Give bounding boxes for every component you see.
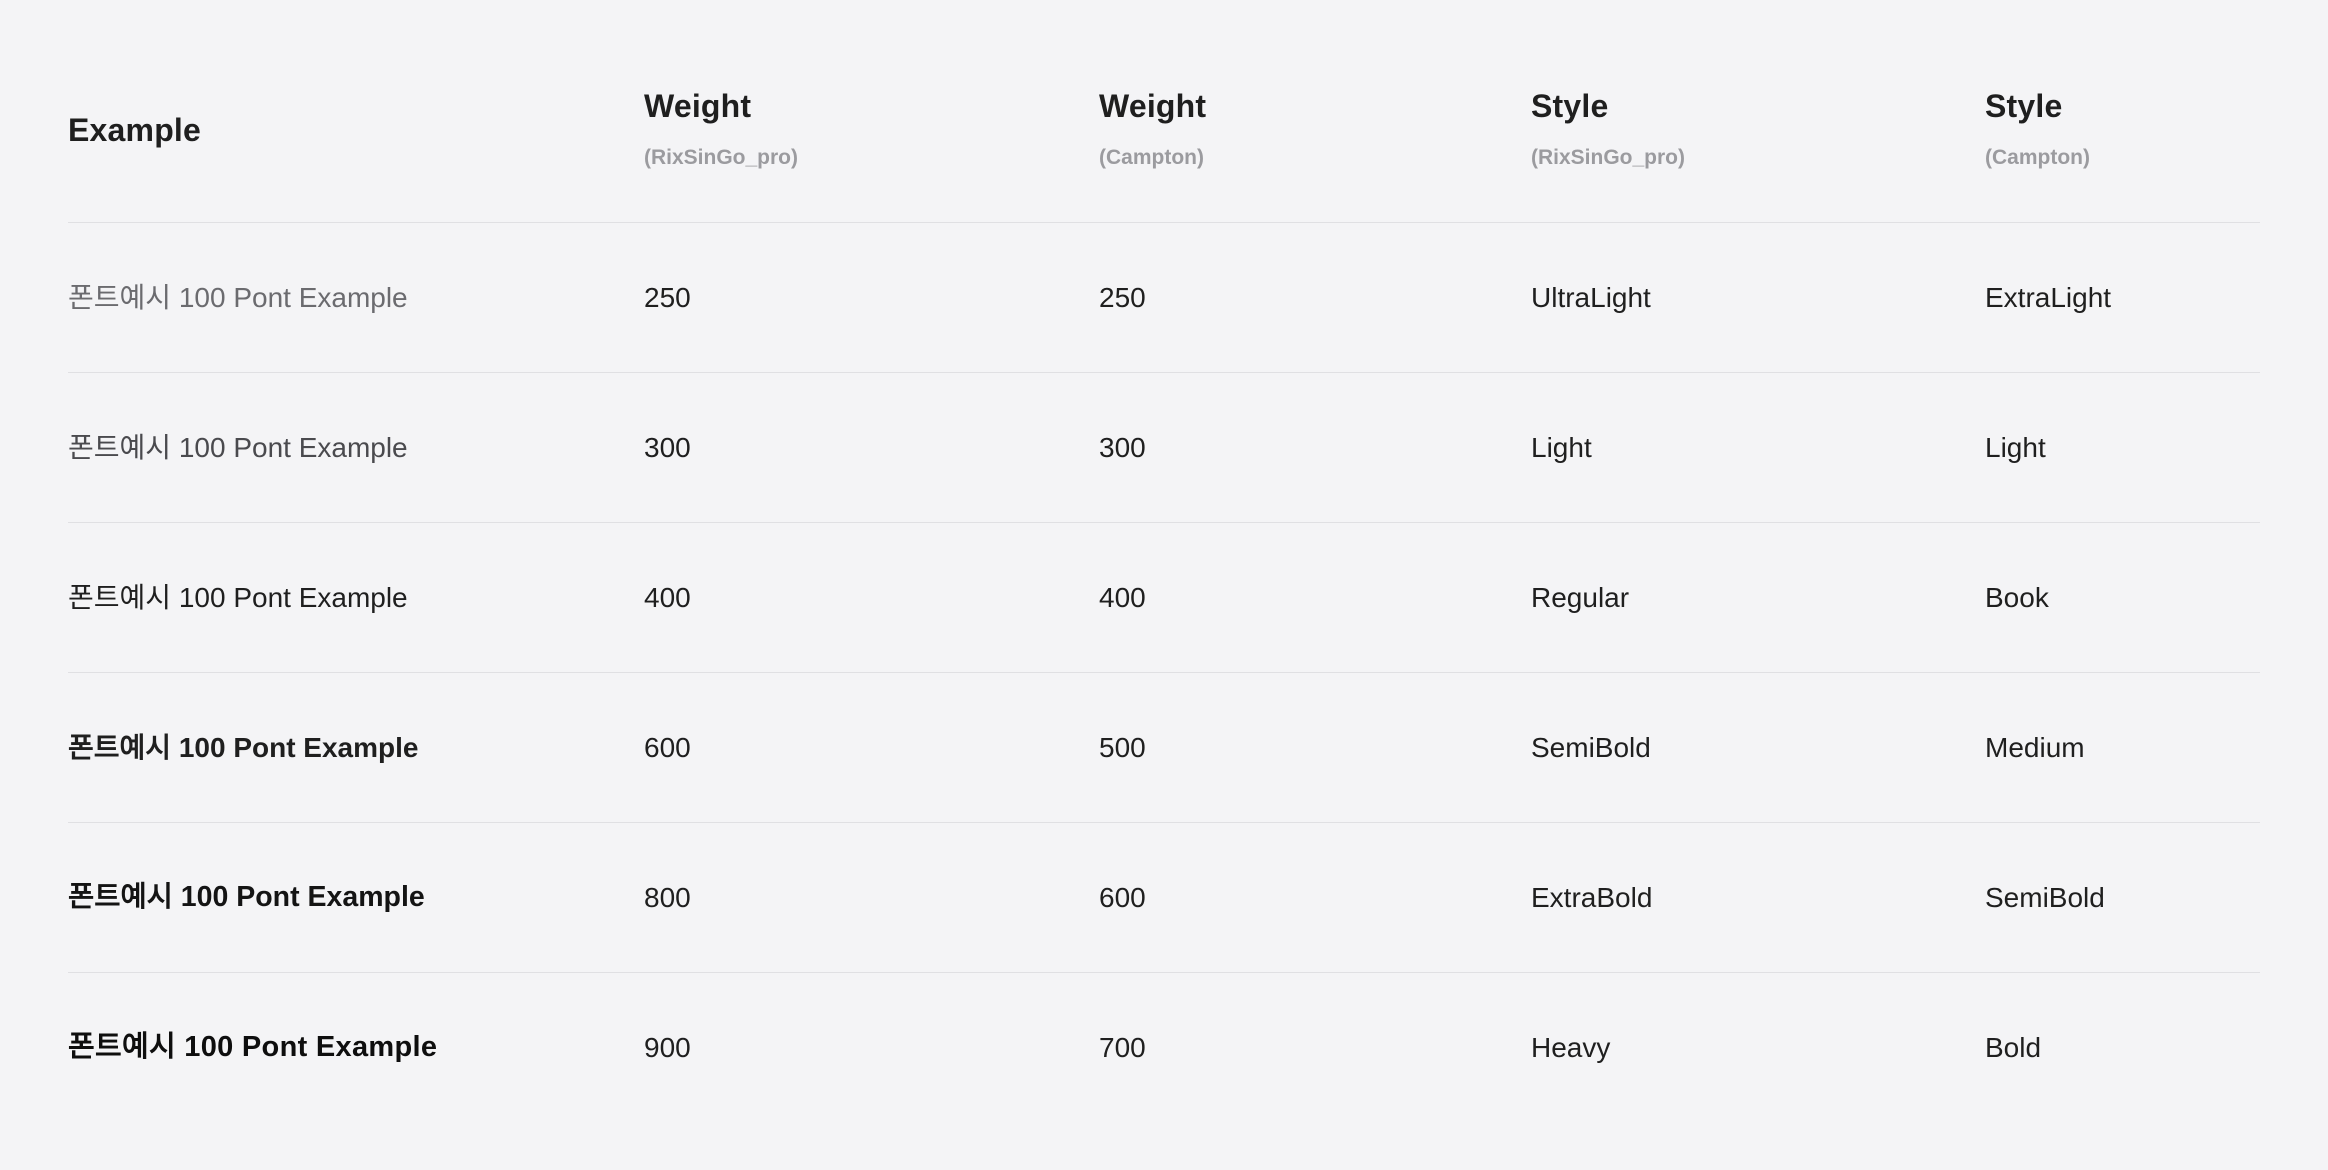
style-rix-cell: ExtraBold	[1531, 882, 1653, 913]
header-style-rix-title: Style	[1531, 88, 1609, 124]
weight-rix-cell: 900	[644, 1032, 691, 1063]
style-rix-cell: SemiBold	[1531, 732, 1651, 763]
example-cell: 폰트예시 100 Pont Example	[68, 881, 425, 913]
table-row: 폰트예시 100 Pont Example 400 400 Regular Bo…	[68, 523, 2260, 673]
example-cell: 폰트예시 100 Pont Example	[68, 1031, 438, 1063]
table-row: 폰트예시 100 Pont Example 600 500 SemiBold M…	[68, 673, 2260, 823]
weight-rix-cell: 600	[644, 732, 691, 763]
header-style-campton-subtitle: (Campton)	[1985, 146, 2090, 169]
style-campton-cell: Book	[1985, 582, 2049, 613]
style-rix-cell: UltraLight	[1531, 282, 1651, 313]
header-weight-rix-title: Weight	[644, 88, 752, 124]
font-weight-table: Example Weight (RixSinGo_pro) Weight (Ca…	[68, 0, 2260, 1122]
example-cell: 폰트예시 100 Pont Example	[68, 432, 408, 463]
example-cell: 폰트예시 100 Pont Example	[68, 282, 408, 313]
weight-rix-cell: 300	[644, 432, 691, 463]
weight-campton-cell: 600	[1099, 882, 1146, 913]
style-campton-cell: Light	[1985, 432, 2046, 463]
table-row: 폰트예시 100 Pont Example 900 700 Heavy Bold	[68, 973, 2260, 1122]
style-campton-cell: Medium	[1985, 732, 2085, 763]
weight-campton-cell: 400	[1099, 582, 1146, 613]
style-campton-cell: Bold	[1985, 1032, 2042, 1063]
weight-campton-cell: 700	[1099, 1032, 1146, 1063]
header-weight-campton-subtitle: (Campton)	[1099, 146, 1204, 169]
header-example-title: Example	[68, 112, 202, 148]
table-header-row: Example Weight (RixSinGo_pro) Weight (Ca…	[68, 0, 2260, 223]
weight-rix-cell: 400	[644, 582, 691, 613]
table-row: 폰트예시 100 Pont Example 300 300 Light Ligh…	[68, 373, 2260, 523]
header-style-campton-title: Style	[1985, 88, 2063, 124]
weight-campton-cell: 500	[1099, 732, 1146, 763]
header-style-rix-subtitle: (RixSinGo_pro)	[1531, 146, 1686, 169]
style-campton-cell: SemiBold	[1985, 882, 2105, 913]
weight-rix-cell: 800	[644, 882, 691, 913]
example-cell: 폰트예시 100 Pont Example	[68, 732, 419, 763]
header-weight-rix-subtitle: (RixSinGo_pro)	[644, 146, 799, 169]
weight-campton-cell: 250	[1099, 282, 1146, 313]
style-campton-cell: ExtraLight	[1985, 282, 2112, 313]
example-cell: 폰트예시 100 Pont Example	[68, 582, 408, 613]
weight-campton-cell: 300	[1099, 432, 1146, 463]
weight-rix-cell: 250	[644, 282, 691, 313]
style-rix-cell: Regular	[1531, 582, 1630, 613]
table-row: 폰트예시 100 Pont Example 250 250 UltraLight…	[68, 223, 2260, 373]
header-weight-campton-title: Weight	[1099, 88, 1207, 124]
style-rix-cell: Heavy	[1531, 1032, 1611, 1063]
style-rix-cell: Light	[1531, 432, 1592, 463]
table-row: 폰트예시 100 Pont Example 800 600 ExtraBold …	[68, 823, 2260, 973]
